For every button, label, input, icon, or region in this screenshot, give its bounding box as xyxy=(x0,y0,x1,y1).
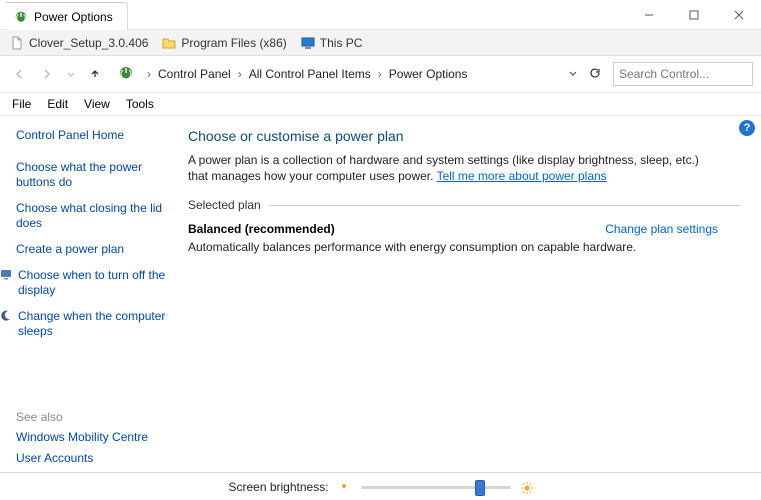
bookmark-label: Program Files (x86) xyxy=(181,36,286,50)
brightness-bar: Screen brightness: xyxy=(0,472,761,500)
maximize-button[interactable] xyxy=(671,0,716,29)
divider xyxy=(269,205,741,206)
control-panel-home-link[interactable]: Control Panel Home xyxy=(16,128,168,143)
main-content: ? Choose or customise a power plan A pow… xyxy=(178,116,761,472)
sleep-icon xyxy=(0,309,12,339)
menu-tools[interactable]: Tools xyxy=(126,97,154,111)
menu-file[interactable]: File xyxy=(12,97,31,111)
title-bar: Power Options xyxy=(0,0,761,30)
brightness-label: Screen brightness: xyxy=(228,480,328,494)
bookmark-item[interactable]: This PC xyxy=(301,36,363,50)
back-button[interactable] xyxy=(8,63,30,85)
sidebar-link[interactable]: Change when the computer sleeps xyxy=(18,309,168,339)
slider-thumb[interactable] xyxy=(475,480,485,496)
chevron-right-icon: › xyxy=(235,67,245,81)
display-off-icon xyxy=(0,268,12,298)
menu-bar: File Edit View Tools xyxy=(0,92,761,116)
sidebar-link[interactable]: Create a power plan xyxy=(16,242,168,257)
search-input[interactable] xyxy=(613,62,753,86)
folder-icon xyxy=(162,36,176,50)
sun-dim-icon xyxy=(339,481,351,493)
window-controls xyxy=(626,0,761,29)
see-also-link[interactable]: Windows Mobility Centre xyxy=(16,430,168,445)
navigation-bar: › Control Panel › All Control Panel Item… xyxy=(0,56,761,92)
recent-dropdown[interactable] xyxy=(64,63,78,85)
breadcrumb-segment[interactable]: All Control Panel Items xyxy=(249,67,371,81)
body: Control Panel Home Choose what the power… xyxy=(0,116,761,472)
window-tab[interactable]: Power Options xyxy=(6,2,128,30)
see-also-link[interactable]: User Accounts xyxy=(16,451,168,466)
chevron-right-icon: › xyxy=(144,67,154,81)
chevron-right-icon: › xyxy=(375,67,385,81)
breadcrumb[interactable]: › Control Panel › All Control Panel Item… xyxy=(144,67,561,81)
file-icon xyxy=(10,36,24,50)
chevron-down-icon[interactable] xyxy=(567,67,579,82)
minimize-button[interactable] xyxy=(626,0,671,29)
help-icon[interactable]: ? xyxy=(739,120,755,136)
sidebar-link[interactable]: Choose when to turn off the display xyxy=(18,268,168,298)
see-also: See also Windows Mobility Centre User Ac… xyxy=(16,350,168,472)
bookmark-label: This PC xyxy=(320,36,363,50)
selected-plan-heading: Selected plan xyxy=(188,198,741,212)
change-plan-settings-link[interactable]: Change plan settings xyxy=(605,222,718,236)
search-field[interactable] xyxy=(619,67,761,81)
this-pc-icon xyxy=(301,36,315,50)
power-options-icon xyxy=(14,10,28,24)
side-nav: Control Panel Home Choose what the power… xyxy=(0,116,178,472)
sidebar-link[interactable]: Choose what the power buttons do xyxy=(16,160,168,190)
close-button[interactable] xyxy=(716,0,761,29)
page-title: Choose or customise a power plan xyxy=(188,128,741,144)
bookmark-item[interactable]: Program Files (x86) xyxy=(162,36,286,50)
breadcrumb-segment[interactable]: Power Options xyxy=(389,67,468,81)
up-button[interactable] xyxy=(84,63,106,85)
slider-track xyxy=(361,486,511,489)
selected-plan-label: Selected plan xyxy=(188,198,261,212)
forward-button[interactable] xyxy=(36,63,58,85)
see-also-label: See also xyxy=(16,410,168,424)
menu-view[interactable]: View xyxy=(84,97,110,111)
tab-title: Power Options xyxy=(34,10,113,24)
sun-bright-icon xyxy=(521,481,533,493)
bookmark-label: Clover_Setup_3.0.406 xyxy=(29,36,148,50)
bookmark-item[interactable]: Clover_Setup_3.0.406 xyxy=(10,36,148,50)
breadcrumb-segment[interactable]: Control Panel xyxy=(158,67,231,81)
learn-more-link[interactable]: Tell me more about power plans xyxy=(437,169,607,183)
location-icon xyxy=(118,65,134,84)
sidebar-link[interactable]: Choose what closing the lid does xyxy=(16,201,168,231)
bookmarks-bar: Clover_Setup_3.0.406 Program Files (x86)… xyxy=(0,30,761,56)
refresh-button[interactable] xyxy=(589,67,601,82)
brightness-slider[interactable] xyxy=(361,479,511,495)
plan-description: Automatically balances performance with … xyxy=(188,240,718,254)
plan-name: Balanced (recommended) xyxy=(188,222,335,236)
page-description: A power plan is a collection of hardware… xyxy=(188,152,718,184)
menu-edit[interactable]: Edit xyxy=(47,97,68,111)
